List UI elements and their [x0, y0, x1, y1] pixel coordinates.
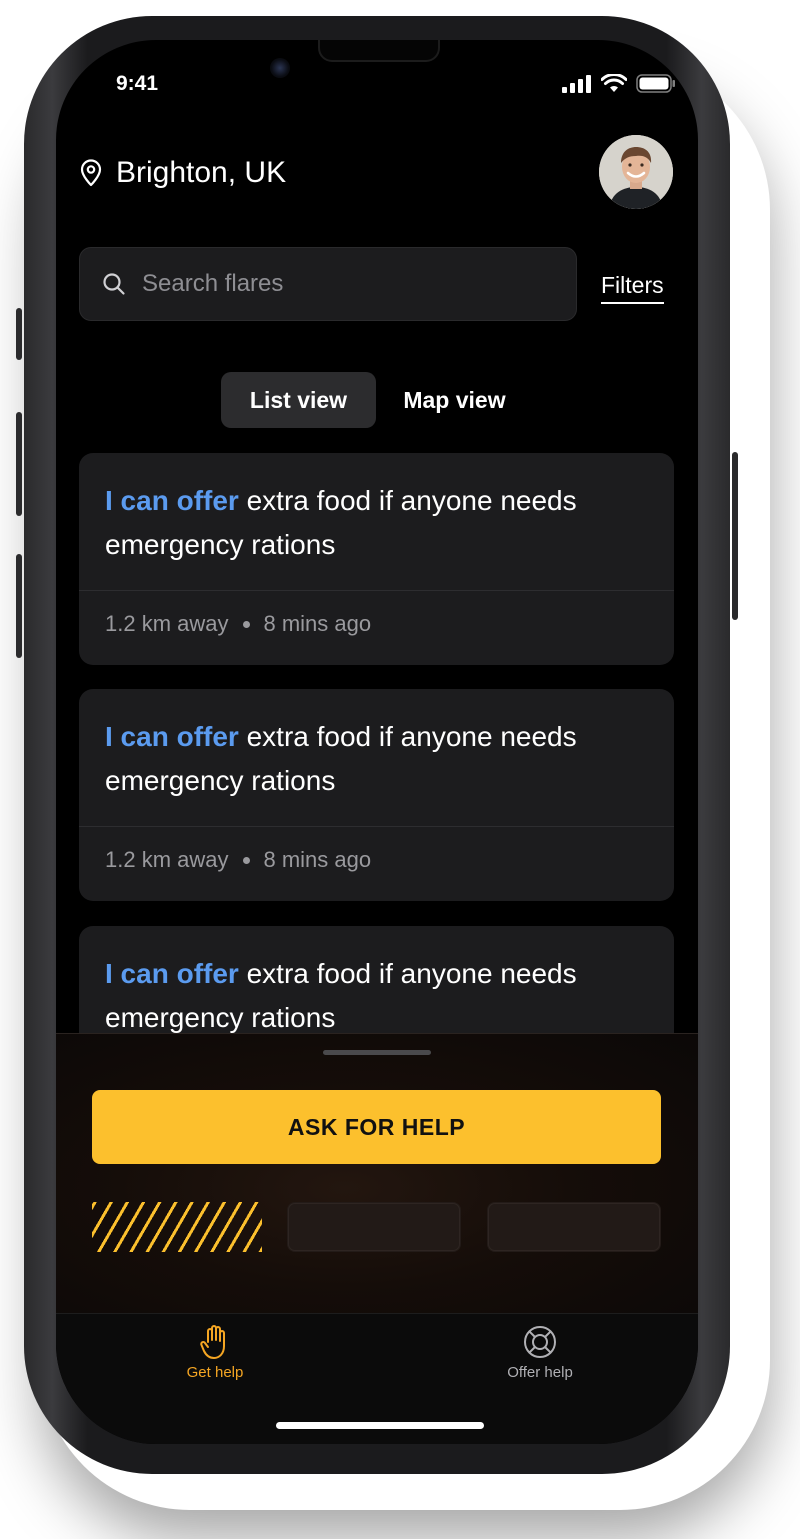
sheet-handle[interactable]	[323, 1050, 431, 1055]
location-name: Brighton, UK	[116, 156, 287, 189]
wifi-icon	[601, 74, 627, 92]
flare-time: 8 mins ago	[263, 847, 372, 872]
flare-card[interactable]: I can offer extra food if anyone needs e…	[79, 689, 674, 901]
loading-placeholder	[287, 1202, 461, 1252]
avatar[interactable]	[599, 135, 673, 209]
flare-distance: 1.2 km away	[105, 611, 229, 636]
notch	[318, 40, 440, 62]
home-indicator[interactable]	[276, 1422, 484, 1429]
side-button	[732, 452, 738, 620]
battery-icon	[636, 74, 675, 93]
flare-type: I can offer	[105, 721, 239, 752]
tab-list-view[interactable]: List view	[221, 372, 376, 428]
flare-distance: 1.2 km away	[105, 847, 229, 872]
flare-meta: 1.2 km away 8 mins ago	[105, 611, 371, 637]
card-divider	[79, 590, 674, 591]
avatar-image	[599, 135, 673, 209]
search-input[interactable]	[140, 269, 544, 299]
status-icons	[562, 74, 676, 93]
side-button	[16, 554, 22, 658]
tab-offer-help-label: Offer help	[507, 1364, 573, 1381]
loading-placeholder	[92, 1202, 262, 1252]
camera	[270, 58, 290, 78]
flare-type: I can offer	[105, 485, 239, 516]
search-bar[interactable]	[79, 247, 577, 321]
loading-placeholder	[487, 1202, 661, 1252]
search-icon	[103, 273, 125, 295]
flare-type: I can offer	[105, 958, 239, 989]
hand-icon	[200, 1325, 225, 1359]
app-screen: 9:41 Brighton, UK Search flares Filters …	[56, 40, 698, 1444]
filters-button[interactable]: Filters	[601, 272, 664, 304]
tab-offer-help[interactable]: Offer help	[460, 1324, 620, 1381]
flare-card[interactable]: I can offer extra food if anyone needs e…	[79, 453, 674, 665]
bottom-sheet: ASK FOR HELP	[56, 1033, 698, 1314]
signal-icon	[562, 74, 591, 93]
flare-time: 8 mins ago	[263, 611, 372, 636]
card-divider	[79, 826, 674, 827]
tab-get-help-label: Get help	[186, 1364, 244, 1381]
flare-card-text: I can offer extra food if anyone needs e…	[105, 479, 645, 567]
side-button	[16, 308, 22, 360]
separator-dot	[242, 856, 250, 864]
location-selector[interactable]: Brighton, UK	[78, 156, 286, 190]
separator-dot	[242, 620, 250, 628]
flare-meta: 1.2 km away 8 mins ago	[105, 847, 371, 873]
lifebuoy-icon	[524, 1326, 556, 1358]
flare-card-text: I can offer extra food if anyone needs e…	[105, 715, 645, 803]
flare-card-text: I can offer extra food if anyone needs e…	[105, 952, 645, 1040]
status-time: 9:41	[116, 72, 159, 95]
tab-get-help[interactable]: Get help	[135, 1324, 295, 1381]
location-pin-icon	[80, 159, 102, 187]
tab-map-view[interactable]: Map view	[376, 372, 533, 428]
ask-for-help-button[interactable]: ASK FOR HELP	[92, 1090, 661, 1164]
side-button	[16, 412, 22, 516]
